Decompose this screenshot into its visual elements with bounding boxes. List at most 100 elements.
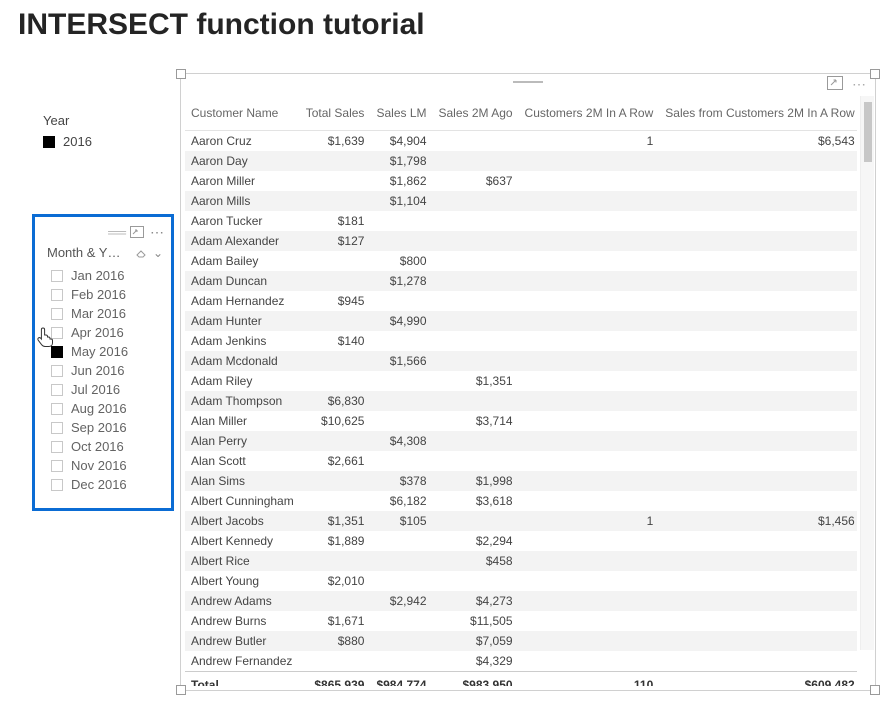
table-row[interactable]: Adam Hernandez$945	[185, 291, 857, 311]
cell-value	[519, 251, 660, 271]
drag-grip-icon[interactable]	[513, 81, 543, 83]
table-row[interactable]: Alan Scott$2,661	[185, 451, 857, 471]
table-row[interactable]: Alan Sims$378$1,998	[185, 471, 857, 491]
cell-value	[433, 131, 519, 152]
column-header[interactable]: Sales 2M Ago	[433, 96, 519, 131]
cell-value	[433, 391, 519, 411]
cell-value	[519, 411, 660, 431]
slicer-option[interactable]: Feb 2016	[41, 285, 165, 304]
table-row[interactable]: Aaron Mills$1,104	[185, 191, 857, 211]
slicer-option[interactable]: Oct 2016	[41, 437, 165, 456]
slicer-option[interactable]: Nov 2016	[41, 456, 165, 475]
cell-value: $945	[300, 291, 371, 311]
table-header-row[interactable]: Customer Name Total Sales Sales LM Sales…	[185, 96, 857, 131]
focus-mode-icon[interactable]	[130, 226, 144, 238]
checkbox-icon[interactable]	[51, 346, 63, 358]
slicer-option[interactable]: Jun 2016	[41, 361, 165, 380]
table-row[interactable]: Adam Thompson$6,830	[185, 391, 857, 411]
slicer-option[interactable]: Jan 2016	[41, 266, 165, 285]
month-slicer[interactable]: ══ ⋯ Month & Y… ⌄ Jan 2016Feb 2016Mar 20…	[32, 214, 174, 511]
year-slicer[interactable]: Year 2016	[43, 113, 92, 149]
table-row[interactable]: Albert Jacobs$1,351$1051$1,456	[185, 511, 857, 531]
column-header[interactable]: Sales from Customers 2M In A Row	[659, 96, 857, 131]
table-row[interactable]: Andrew Burns$1,671$11,505	[185, 611, 857, 631]
checkbox-icon[interactable]	[51, 308, 63, 320]
table-row[interactable]: Albert Young$2,010	[185, 571, 857, 591]
checkbox-icon[interactable]	[51, 365, 63, 377]
cell-customer-name: Adam Jenkins	[185, 331, 300, 351]
more-options-icon[interactable]: ⋯	[150, 224, 165, 241]
table-row[interactable]: Andrew Butler$880$7,059	[185, 631, 857, 651]
data-table[interactable]: Customer Name Total Sales Sales LM Sales…	[185, 96, 857, 686]
slicer-option[interactable]: Sep 2016	[41, 418, 165, 437]
table-row[interactable]: Aaron Day$1,798	[185, 151, 857, 171]
cell-value: $800	[370, 251, 432, 271]
table-total-row: Total $865,939 $984,774 $983,950 110 $60…	[185, 672, 857, 687]
table-row[interactable]: Adam Jenkins$140	[185, 331, 857, 351]
table-visual[interactable]: ⋯ Customer Name Total Sales Sales LM Sal…	[180, 73, 876, 691]
table-row[interactable]: Albert Kennedy$1,889$2,294	[185, 531, 857, 551]
table-row[interactable]: Andrew Adams$2,942$4,273	[185, 591, 857, 611]
resize-handle-icon[interactable]	[870, 685, 880, 695]
cell-value	[433, 311, 519, 331]
total-value: $609,482	[659, 672, 857, 687]
cell-value	[659, 451, 857, 471]
scrollbar-thumb[interactable]	[864, 102, 872, 162]
table-row[interactable]: Adam Mcdonald$1,566	[185, 351, 857, 371]
checkbox-icon[interactable]	[51, 479, 63, 491]
cell-value	[659, 491, 857, 511]
checkbox-icon[interactable]	[51, 403, 63, 415]
slicer-option[interactable]: May 2016	[41, 342, 165, 361]
table-row[interactable]: Adam Riley$1,351	[185, 371, 857, 391]
cell-value: $7,059	[433, 631, 519, 651]
cell-value: $1,351	[433, 371, 519, 391]
checkbox-icon[interactable]	[51, 270, 63, 282]
column-header[interactable]: Customers 2M In A Row	[519, 96, 660, 131]
column-header[interactable]: Sales LM	[370, 96, 432, 131]
chevron-down-icon[interactable]: ⌄	[153, 246, 163, 260]
checkbox-icon[interactable]	[51, 289, 63, 301]
more-options-icon[interactable]: ⋯	[852, 76, 867, 93]
table-row[interactable]: Aaron Miller$1,862$637	[185, 171, 857, 191]
cell-value: $458	[433, 551, 519, 571]
table-row[interactable]: Adam Bailey $800	[185, 251, 857, 271]
table-row[interactable]: Aaron Tucker$181	[185, 211, 857, 231]
cell-customer-name: Adam Bailey	[185, 251, 300, 271]
cell-value	[370, 531, 432, 551]
vertical-scrollbar[interactable]	[860, 96, 874, 650]
checkbox-icon[interactable]	[51, 441, 63, 453]
focus-mode-icon[interactable]	[827, 76, 843, 93]
table-row[interactable]: Adam Hunter$4,990	[185, 311, 857, 331]
table-row[interactable]: Albert Rice$458	[185, 551, 857, 571]
slicer-header[interactable]: Month & Y… ⌄	[41, 241, 165, 266]
cell-value: $637	[433, 171, 519, 191]
checkbox-icon[interactable]	[51, 327, 63, 339]
table-row[interactable]: Alan Miller$10,625$3,714	[185, 411, 857, 431]
cell-value	[659, 331, 857, 351]
clear-selection-icon[interactable]	[135, 247, 147, 259]
checkbox-icon[interactable]	[51, 460, 63, 472]
slicer-option-label: May 2016	[71, 344, 128, 359]
column-header[interactable]: Customer Name	[185, 96, 300, 131]
table-row[interactable]: Adam Duncan$1,278	[185, 271, 857, 291]
table-row[interactable]: Andrew Fernandez$4,329	[185, 651, 857, 672]
checkbox-icon[interactable]	[51, 384, 63, 396]
cell-value	[519, 291, 660, 311]
slicer-option[interactable]: Jul 2016	[41, 380, 165, 399]
column-header[interactable]: Total Sales	[300, 96, 371, 131]
table-row[interactable]: Albert Cunningham$6,182$3,618	[185, 491, 857, 511]
cell-value	[659, 571, 857, 591]
table-row[interactable]: Alan Perry$4,308	[185, 431, 857, 451]
checkbox-icon[interactable]	[51, 422, 63, 434]
slicer-option[interactable]: Mar 2016	[41, 304, 165, 323]
resize-handle-icon[interactable]	[176, 685, 186, 695]
cell-value	[659, 291, 857, 311]
slicer-option[interactable]: Apr 2016	[41, 323, 165, 342]
year-slicer-item[interactable]: 2016	[43, 134, 92, 149]
drag-grip-icon[interactable]: ══	[108, 224, 124, 240]
cell-value	[433, 151, 519, 171]
table-row[interactable]: Adam Alexander$127	[185, 231, 857, 251]
table-row[interactable]: Aaron Cruz$1,639$4,9041$6,543	[185, 131, 857, 152]
slicer-option[interactable]: Aug 2016	[41, 399, 165, 418]
slicer-option[interactable]: Dec 2016	[41, 475, 165, 494]
